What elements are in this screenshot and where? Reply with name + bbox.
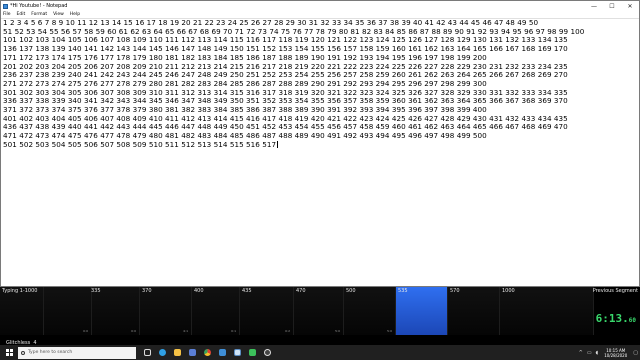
- segment-label: 570: [450, 288, 460, 294]
- menu-view[interactable]: View: [53, 12, 64, 17]
- segment-column: [448, 287, 500, 335]
- segment-column: 0:0: [44, 287, 92, 335]
- segment-label: 470: [296, 288, 306, 294]
- windows-logo-icon: [5, 349, 13, 356]
- text-line-last: 501 502 503 504 505 506 507 508 509 510 …: [3, 139, 637, 150]
- segment-label: 400: [194, 288, 204, 294]
- clock-time: 10:15 AM: [606, 347, 626, 353]
- chevron-up-icon[interactable]: ^: [579, 350, 583, 356]
- current-segment-column: [396, 287, 448, 335]
- segment-column: [500, 287, 594, 335]
- segment-column: 0:1: [192, 287, 240, 335]
- segment-label: 370: [142, 288, 152, 294]
- segment-label: 335: [91, 288, 101, 294]
- livesplit-icon[interactable]: [245, 345, 260, 360]
- segment-label: 500: [346, 288, 356, 294]
- chrome-icon[interactable]: [200, 345, 215, 360]
- taskbar-search[interactable]: Type here to search: [18, 346, 136, 359]
- menu-format[interactable]: Format: [31, 12, 47, 17]
- clock-date: 10/28/2020: [604, 352, 628, 358]
- segment-column: [0, 287, 44, 335]
- menu-bar: File Edit Format View Help: [1, 11, 639, 19]
- notepad-window: *Hi Youtube! - Notepad — ☐ ✕ File Edit F…: [0, 0, 640, 287]
- close-button[interactable]: ✕: [621, 1, 639, 11]
- title-bar[interactable]: *Hi Youtube! - Notepad — ☐ ✕: [1, 1, 639, 11]
- system-tray: ^ ▭ ◖ 10:15 AM 10/28/2020 ▢: [577, 345, 640, 360]
- menu-help[interactable]: Help: [70, 12, 80, 17]
- search-icon: [21, 350, 25, 355]
- pinned-apps: [140, 345, 275, 360]
- notification-icon[interactable]: ▢: [633, 350, 638, 356]
- current-segment-label: 535: [398, 288, 408, 294]
- split-category: Typing 1-1000: [2, 288, 38, 294]
- minimize-button[interactable]: —: [585, 1, 603, 11]
- timer-fraction: 60: [628, 317, 636, 324]
- text-editor[interactable]: 1 2 3 4 5 6 7 8 9 10 11 12 13 14 15 16 1…: [1, 19, 639, 286]
- network-icon[interactable]: ▭: [587, 350, 592, 356]
- task-view-icon[interactable]: [140, 345, 155, 360]
- window-title: *Hi Youtube! - Notepad: [10, 3, 68, 9]
- text-caret: [277, 140, 279, 148]
- menu-edit[interactable]: Edit: [17, 12, 26, 17]
- segment-column: 5:0: [344, 287, 396, 335]
- file-explorer-icon[interactable]: [170, 345, 185, 360]
- segment-column: 0:2: [240, 287, 294, 335]
- notepad-icon: [3, 3, 8, 9]
- edge-icon[interactable]: [155, 345, 170, 360]
- segment-column: 0:0: [92, 287, 140, 335]
- taskbar: Type here to search ^ ▭ ◖ 10:15 AM 10/28…: [0, 345, 640, 360]
- previous-segment-label: Previous Segment: [592, 288, 638, 294]
- obs-icon[interactable]: [260, 345, 275, 360]
- start-button[interactable]: [0, 345, 18, 360]
- segment-label: 435: [242, 288, 252, 294]
- notepad-icon[interactable]: [230, 345, 245, 360]
- last-line-text: 501 502 503 504 505 506 507 508 509 510 …: [3, 139, 277, 149]
- timer-main: 6:13.: [595, 312, 629, 325]
- segment-column: 4:1: [140, 287, 192, 335]
- segment-label: 1000: [502, 288, 515, 294]
- search-placeholder: Type here to search: [28, 350, 73, 355]
- volume-icon[interactable]: ◖: [596, 350, 599, 356]
- run-timer: 6:13.60: [596, 312, 636, 325]
- maximize-button[interactable]: ☐: [603, 1, 621, 11]
- store-icon[interactable]: [185, 345, 200, 360]
- mail-icon[interactable]: [215, 345, 230, 360]
- menu-file[interactable]: File: [3, 12, 11, 17]
- segment-column: 5:0: [294, 287, 344, 335]
- taskbar-clock[interactable]: 10:15 AM 10/28/2020: [600, 348, 631, 358]
- livesplit-panel: 0:0 0:0 4:1 0:1 0:2 5:0 5:0 Typing 1-100…: [0, 287, 640, 346]
